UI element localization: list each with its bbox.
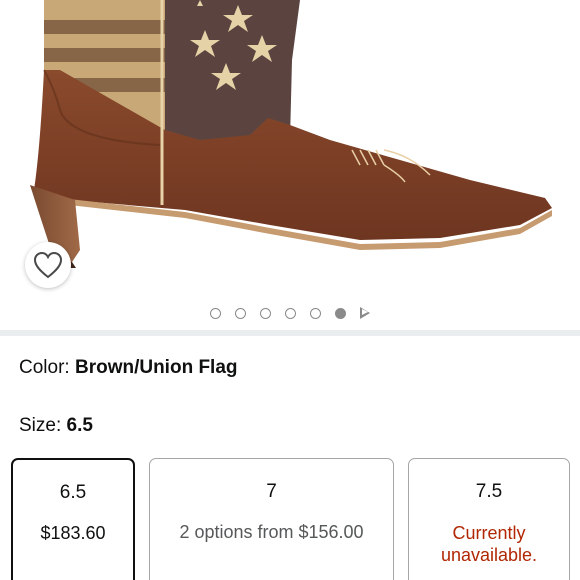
size-option-price: 2 options from $156.00 [179,522,364,542]
carousel-dot[interactable] [335,307,346,319]
section-divider [0,330,580,336]
carousel-dot[interactable] [260,307,271,319]
size-option-7-5[interactable]: 7.5 Currently unavailable. [408,458,570,580]
size-option-size: 6.5 [59,482,87,503]
image-carousel-indicator [0,296,580,330]
product-image[interactable] [0,0,580,296]
size-option-price: $183.60 [40,523,106,543]
carousel-dot[interactable] [310,307,321,319]
carousel-dot[interactable] [210,307,221,319]
size-option-size: 7 [266,481,277,502]
play-triangle-icon[interactable] [360,307,370,319]
carousel-dot[interactable] [235,307,246,319]
color-label: Color: [19,357,70,378]
size-option-availability: Currently unavailable. [440,523,538,565]
size-option-7[interactable]: 7 2 options from $156.00 [149,458,394,580]
size-option-size: 7.5 [475,481,503,502]
size-label: Size: [19,415,62,436]
size-value: 6.5 [66,415,93,436]
product-detail-page: Color: Brown/Union Flag Size: 6.5 6.5 $1… [0,0,580,580]
color-value: Brown/Union Flag [74,357,238,378]
boot-illustration [30,0,552,268]
wishlist-button[interactable] [25,242,71,288]
color-selection: Color: Brown/Union Flag [19,357,238,379]
size-selection: Size: 6.5 [19,415,93,437]
heart-outline-icon [33,251,63,279]
size-option-6-5[interactable]: 6.5 $183.60 [11,458,135,580]
carousel-dot[interactable] [285,307,296,319]
